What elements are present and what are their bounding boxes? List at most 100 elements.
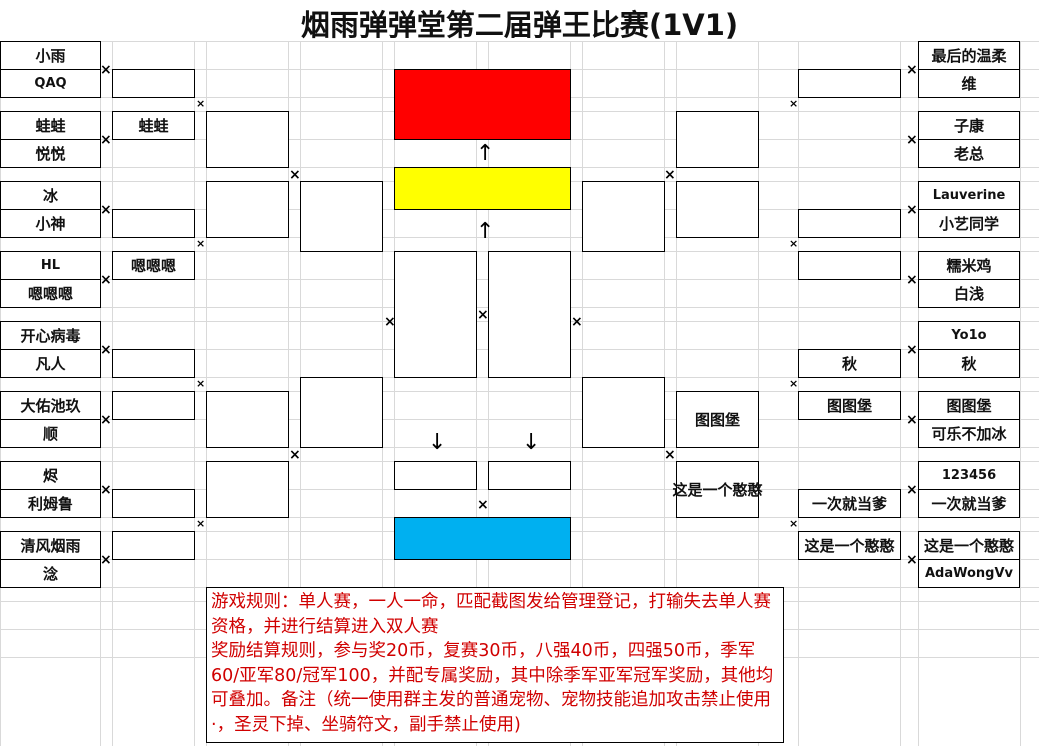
player-slot: 顺 — [0, 419, 101, 448]
vs-mark: × — [789, 97, 799, 110]
player-slot: 一次就当爹 — [918, 489, 1020, 518]
grid-line — [1020, 41, 1021, 746]
player-slot: 最后的温柔 — [918, 41, 1020, 70]
player-slot: 可乐不加冰 — [918, 419, 1020, 448]
vs-mark: × — [196, 377, 206, 390]
round2-slot — [798, 209, 901, 238]
player-slot: 冰 — [0, 181, 101, 210]
player-slot: 糯米鸡 — [918, 251, 1020, 280]
round2-slot — [798, 69, 901, 98]
player-slot: Yo1o — [918, 321, 1020, 350]
semifinal-slot — [488, 251, 571, 378]
vs-mark: × — [100, 482, 112, 498]
round2-slot: 秋 — [798, 349, 901, 378]
round2-slot: 这是一个憨憨 — [798, 531, 901, 560]
vs-mark: × — [477, 497, 489, 513]
champion-slot — [394, 69, 571, 140]
round3-slot — [676, 181, 759, 238]
vs-mark: × — [906, 62, 918, 78]
player-slot: 老总 — [918, 139, 1020, 168]
page-title: 烟雨弹弹堂第二届弹王比赛(1V1) — [300, 8, 739, 42]
round2-slot — [112, 349, 195, 378]
player-slot: 子康 — [918, 111, 1020, 140]
arrow-up-icon: ↑ — [476, 219, 495, 244]
vs-mark: × — [906, 272, 918, 288]
round2-slot — [112, 69, 195, 98]
round2-slot: 一次就当爹 — [798, 489, 901, 518]
rules-game: 游戏规则：单人赛，一人一命，匹配截图发给管理登记，打输失去单人赛资格，并进行结算… — [211, 592, 771, 637]
player-slot: 淰 — [0, 559, 101, 588]
round2-slot: 嗯嗯嗯 — [112, 251, 195, 280]
round2-slot: 图图堡 — [798, 391, 901, 420]
vs-mark: × — [906, 202, 918, 218]
vs-mark: × — [100, 202, 112, 218]
vs-mark: × — [789, 377, 799, 390]
player-slot: 小艺同学 — [918, 209, 1020, 238]
arrow-down-icon: ↓ — [522, 430, 541, 455]
player-slot: 维 — [918, 69, 1020, 98]
player-slot: Lauverine — [918, 181, 1020, 210]
player-slot: HL — [0, 251, 101, 280]
vs-mark: × — [664, 447, 676, 463]
vs-mark: × — [906, 412, 918, 428]
semifinal-slot — [394, 251, 477, 378]
quarter-slot — [300, 181, 383, 252]
round2-slot — [112, 489, 195, 518]
round2-slot — [112, 391, 195, 420]
round2-slot: 蛙蛙 — [112, 111, 195, 140]
player-slot: 清风烟雨 — [0, 531, 101, 560]
player-slot: 秋 — [918, 349, 1020, 378]
player-slot: 嗯嗯嗯 — [0, 279, 101, 308]
vs-mark: × — [196, 237, 206, 250]
runner-up-slot — [394, 167, 571, 210]
player-slot: 凡人 — [0, 349, 101, 378]
vs-mark: × — [289, 447, 301, 463]
vs-mark: × — [789, 517, 799, 530]
player-slot: 这是一个憨憨 — [918, 531, 1020, 560]
player-slot: 利姆鲁 — [0, 489, 101, 518]
player-slot: 烬 — [0, 461, 101, 490]
vs-mark: × — [100, 552, 112, 568]
player-slot: 悦悦 — [0, 139, 101, 168]
rules-reward: 奖励结算规则，参与奖20币，复赛30币，八强40币，四强50币，季军60/亚军8… — [211, 641, 774, 735]
quarter-slot — [300, 377, 383, 448]
vs-mark: × — [100, 62, 112, 78]
vs-mark: × — [100, 132, 112, 148]
vs-mark: × — [906, 132, 918, 148]
round3-slot: 这是一个憨憨 — [673, 461, 763, 518]
round3-slot: 图图堡 — [676, 391, 759, 448]
quarter-slot — [582, 377, 665, 448]
round2-slot — [112, 209, 195, 238]
vs-mark: × — [906, 342, 918, 358]
round2-slot — [112, 531, 195, 560]
round2-slot — [798, 251, 901, 280]
vs-mark: × — [906, 482, 918, 498]
vs-mark: × — [100, 412, 112, 428]
round3-slot — [206, 391, 289, 448]
player-slot: 开心病毒 — [0, 321, 101, 350]
grid-line — [0, 447, 1039, 448]
vs-mark: × — [196, 97, 206, 110]
arrow-down-icon: ↓ — [428, 430, 447, 455]
quarter-slot — [582, 181, 665, 252]
vs-mark: × — [477, 307, 489, 323]
third-place-slot — [488, 461, 571, 490]
player-slot: 123456 — [918, 461, 1020, 490]
player-slot: 小雨 — [0, 41, 101, 70]
third-place-slot — [394, 461, 477, 490]
player-slot: AdaWongVv — [918, 559, 1020, 588]
vs-mark: × — [289, 167, 301, 183]
player-slot: 小神 — [0, 209, 101, 238]
round3-slot — [206, 111, 289, 168]
round3-slot — [206, 181, 289, 238]
vs-mark: × — [571, 314, 583, 330]
player-slot: 蛙蛙 — [0, 111, 101, 140]
vs-mark: × — [664, 167, 676, 183]
rules-note: 游戏规则：单人赛，一人一命，匹配截图发给管理登记，打输失去单人赛资格，并进行结算… — [206, 587, 784, 743]
player-slot: QAQ — [0, 69, 101, 98]
vs-mark: × — [789, 237, 799, 250]
round3-slot — [206, 461, 289, 518]
player-slot: 图图堡 — [918, 391, 1020, 420]
arrow-up-icon: ↑ — [476, 141, 495, 166]
player-slot: 白浅 — [918, 279, 1020, 308]
